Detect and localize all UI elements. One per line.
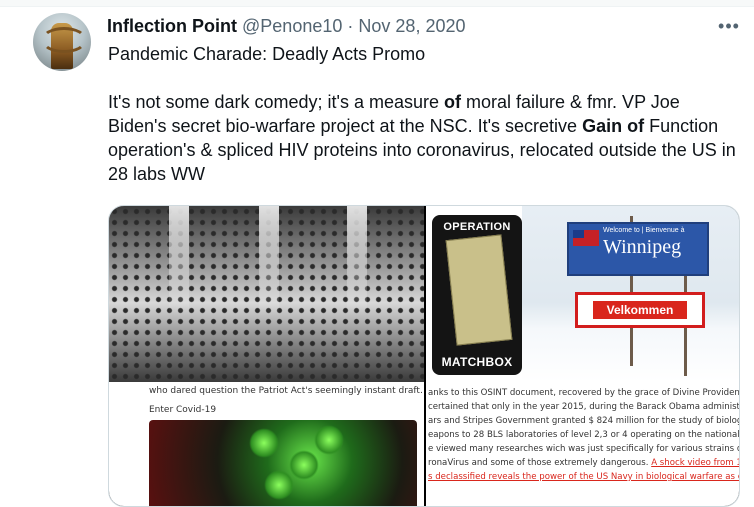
left-caption-1: who dared question the Patriot Act's see…	[149, 386, 423, 396]
doc-line: ars and Stripes Government granted $ 824…	[428, 416, 740, 426]
more-horizontal-icon[interactable]: •••	[715, 12, 743, 40]
media-image-right[interactable]: OPERATION MATCHBOX Welcome to | Bienvenu…	[426, 206, 739, 506]
crowd-photo	[109, 206, 424, 382]
tweet-media[interactable]: who dared question the Patriot Act's see…	[108, 205, 740, 507]
velkommen-sign: Velkommen	[575, 292, 705, 328]
doc-line-with-link: ronaVirus and some of those extremely da…	[428, 458, 739, 468]
tweet-title-line: Pandemic Charade: Deadly Acts Promo	[108, 44, 426, 64]
separator-dot: ·	[347, 16, 354, 36]
doc-line: e viewed many researches wich was just s…	[428, 444, 740, 454]
doc-link-1[interactable]: A shock video from 1952 that	[651, 458, 739, 468]
tweet-body-bold1: of	[444, 92, 462, 112]
velkommen-text: Velkommen	[592, 301, 688, 319]
author-name[interactable]: Inflection Point	[107, 16, 237, 36]
matchbox-top-label: OPERATION	[443, 221, 511, 233]
matchbox-bottom-label: MATCHBOX	[441, 355, 513, 369]
doc-line: eapons to 28 BLS laboratories of level 2…	[428, 430, 740, 440]
matchbox-poster: OPERATION MATCHBOX	[432, 215, 522, 375]
left-caption-2: Enter Covid-19	[149, 405, 217, 415]
avatar[interactable]	[33, 13, 91, 71]
tweet-body-seg1: It's not some dark comedy; it's a measur…	[108, 92, 445, 112]
media-image-left[interactable]: who dared question the Patriot Act's see…	[109, 206, 424, 506]
tweet-body-bold2: Gain of	[582, 116, 645, 136]
tweet-header: Inflection Point @Penone10 · Nov 28, 202…	[107, 14, 465, 38]
welcome-small-text: Welcome to | Bienvenue à	[603, 227, 685, 234]
virus-image	[149, 420, 417, 506]
tweet-date[interactable]: Nov 28, 2020	[358, 16, 465, 36]
doc-line: ronaVirus and some of those extremely da…	[428, 458, 649, 468]
welcome-city-text: Winnipeg	[603, 236, 682, 258]
welcome-sign: Welcome to | Bienvenue à Winnipeg	[567, 222, 709, 276]
doc-link-2-line: s declassified reveals the power of the …	[428, 472, 739, 482]
author-handle[interactable]: @Penone10	[242, 16, 342, 36]
avatar-ring	[41, 27, 87, 53]
doc-line: anks to this OSINT document, recovered b…	[428, 388, 740, 398]
tweet-body: It's not some dark comedy; it's a measur…	[108, 90, 738, 186]
doc-link-2[interactable]: s declassified reveals the power of the …	[428, 472, 739, 482]
previous-tweet-edge	[0, 0, 754, 7]
tweet-text: Pandemic Charade: Deadly Acts Promo It's…	[108, 42, 738, 186]
matchbox-card	[445, 234, 513, 346]
doc-line: certained that only in the year 2015, du…	[428, 402, 740, 412]
